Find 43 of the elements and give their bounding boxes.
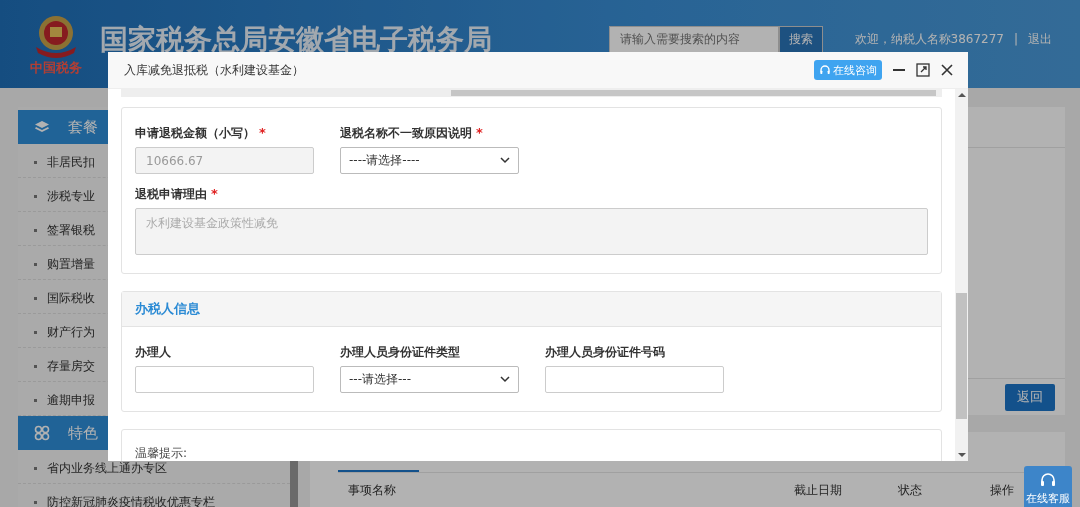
card-heading: 办税人信息 xyxy=(135,300,200,318)
vertical-scrollbar[interactable] xyxy=(955,89,968,461)
column-header: 截止日期 xyxy=(794,481,843,499)
required-mark: * xyxy=(211,186,218,201)
field-label: 退税名称不一致原因说明 xyxy=(340,125,472,142)
input-field[interactable] xyxy=(545,366,724,393)
site-title: 国家税务总局安徽省电子税务局 xyxy=(100,22,492,58)
select-dropdown[interactable]: ----请选择---- xyxy=(340,147,519,174)
required-mark: * xyxy=(259,125,266,140)
scroll-down-icon[interactable] xyxy=(957,452,966,458)
return-button[interactable]: 返回 xyxy=(1005,383,1055,411)
consult-button[interactable]: 在线咨询 xyxy=(814,60,882,80)
headset-icon xyxy=(1039,471,1057,489)
online-service-button[interactable]: 在线客服 xyxy=(1024,466,1072,507)
headset-icon xyxy=(819,64,831,76)
layers-icon xyxy=(34,120,50,134)
scroll-up-icon[interactable] xyxy=(957,92,966,98)
chevron-down-icon xyxy=(500,376,510,383)
required-mark: * xyxy=(476,125,483,140)
logo-text: 中国税务 xyxy=(30,59,82,77)
field-label: 办理人员身份证件号码 xyxy=(545,344,665,361)
select-dropdown[interactable]: ---请选择--- xyxy=(340,366,519,393)
field-label: 申请退税金额（小写） xyxy=(135,125,255,142)
column-header: 状态 xyxy=(898,481,923,499)
section-title: 特色 xyxy=(68,423,98,443)
dialog-title: 入库减免退抵税（水利建设基金） xyxy=(124,61,304,79)
column-header: 操作 xyxy=(990,481,1014,499)
logout-link[interactable]: 退出 xyxy=(1028,30,1052,48)
column-header: 事项名称 xyxy=(348,481,397,499)
separator-text: | xyxy=(1013,32,1018,46)
field-label: 办理人员身份证件类型 xyxy=(340,344,460,361)
field-label: 办理人 xyxy=(135,344,171,361)
maximize-icon[interactable] xyxy=(916,63,930,77)
section-title: 套餐 xyxy=(68,117,98,137)
field-label: 退税申请理由 xyxy=(135,186,207,203)
input-field[interactable] xyxy=(135,366,314,393)
welcome-text: 欢迎，纳税人名称3867277 xyxy=(854,30,1004,48)
chevron-down-icon xyxy=(500,157,510,164)
search-button[interactable]: 搜索 xyxy=(778,25,823,53)
flower-icon xyxy=(34,425,50,441)
search-field[interactable]: 请输入需要搜索的内容 xyxy=(608,25,779,53)
close-icon[interactable] xyxy=(940,63,954,77)
horizontal-scrollbar[interactable] xyxy=(121,89,942,97)
